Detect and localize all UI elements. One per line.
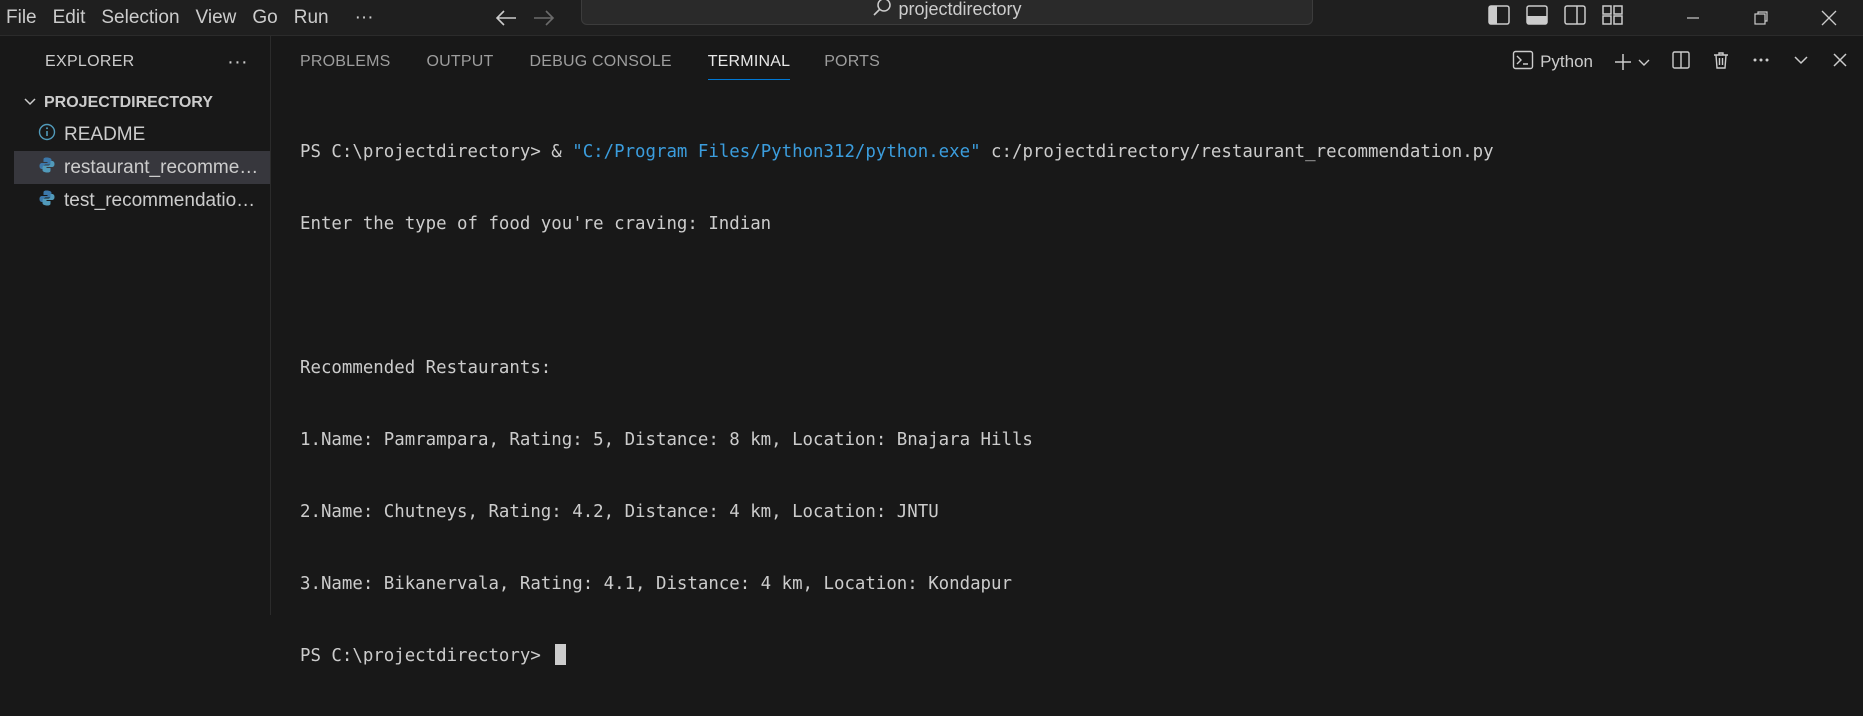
tab-debug-console[interactable]: DEBUG CONSOLE [530,36,672,88]
explorer-more-button[interactable]: ··· [227,51,248,74]
back-arrow-icon[interactable] [494,8,518,28]
terminal-output[interactable]: PS C:\projectdirectory> & "C:/Program Fi… [300,92,1843,716]
result-line: 2.Name: Chutneys, Rating: 4.2, Distance:… [300,502,939,522]
menu-go[interactable]: Go [244,0,285,35]
file-item-restaurant-recommendation[interactable]: restaurant_recommendation.py [14,151,270,184]
final-prompt-line: PS C:\projectdirectory> [300,644,1843,668]
script-path: c:/projectdirectory/restaurant_recommend… [980,142,1494,162]
title-controls [1487,0,1863,35]
close-icon [1821,10,1837,25]
folder-name: PROJECTDIRECTORY [44,94,213,111]
menu-bar: File Edit Selection View Go Run ··· [0,0,382,35]
layout-controls [1487,4,1625,31]
file-label: test_recommendation.py [64,189,264,211]
python-icon [38,156,56,180]
tab-output[interactable]: OUTPUT [427,36,494,88]
tab-terminal[interactable]: TERMINAL [707,36,791,88]
input-line: Enter the type of food you're craving: I… [300,214,772,234]
terminal-icon [1512,50,1534,75]
menu-file[interactable]: File [0,0,45,35]
panel-tabs: PROBLEMS OUTPUT DEBUG CONSOLE TERMINAL P… [271,36,880,88]
file-item-readme[interactable]: README [14,118,270,151]
minimize-button[interactable] [1659,0,1727,35]
python-icon [38,189,56,213]
restore-button[interactable] [1727,0,1795,35]
chevron-down-icon [22,93,38,114]
tab-ports[interactable]: PORTS [824,36,880,88]
menu-run[interactable]: Run [286,0,337,35]
explorer-header: EXPLORER ··· [14,36,270,88]
kill-terminal-button[interactable] [1711,50,1731,75]
navigation-arrows [494,0,556,35]
python-exe-path: "C:/Program Files/Python312/python.exe" [572,142,981,162]
restore-icon [1754,10,1768,25]
explorer-sidebar: EXPLORER ··· PROJECTDIRECTORY README res… [14,36,271,615]
tab-problems[interactable]: PROBLEMS [300,36,391,88]
shell-name: Python [1540,52,1593,71]
search-text: projectdirectory [898,0,1022,19]
folder-header[interactable]: PROJECTDIRECTORY [14,88,270,118]
command-center-search[interactable]: projectdirectory [581,0,1313,25]
explorer-title: EXPLORER [45,53,135,70]
split-terminal-button[interactable] [1671,50,1691,75]
title-bar: File Edit Selection View Go Run ··· proj… [0,0,1863,36]
prompt-text: PS C:\projectdirectory> [300,646,552,666]
ellipsis-icon [1753,58,1769,61]
trash-icon [1714,51,1728,69]
prompt-text: PS C:\projectdirectory> & [300,142,573,162]
minimize-icon [1687,16,1699,19]
split-icon [1672,50,1690,69]
activity-bar [0,36,14,615]
toggle-panel-icon[interactable] [1525,4,1549,31]
panel-actions: Python [1512,36,1849,88]
menu-selection[interactable]: Selection [93,0,187,35]
chevron-down-icon[interactable] [1637,55,1651,69]
menu-more[interactable]: ··· [347,0,382,35]
file-label: README [64,123,146,145]
close-icon [1833,52,1847,67]
menu-edit[interactable]: Edit [45,0,94,35]
info-icon [38,123,56,147]
file-label: restaurant_recommendation.py [64,156,264,178]
forward-arrow-icon[interactable] [532,8,556,28]
more-actions-button[interactable] [1751,50,1771,75]
menu-view[interactable]: View [188,0,245,35]
terminal-cursor [555,644,567,665]
command-line: PS C:\projectdirectory> & "C:/Program Fi… [300,140,1843,164]
close-window-button[interactable] [1795,0,1863,35]
result-line: 3.Name: Bikanervala, Rating: 4.1, Distan… [300,574,1012,594]
toggle-primary-sidebar-icon[interactable] [1487,4,1511,31]
result-line: 1.Name: Pamrampara, Rating: 5, Distance:… [300,430,1033,450]
results-heading: Recommended Restaurants: [300,358,552,378]
close-panel-button[interactable] [1831,51,1849,74]
file-item-test-recommendation[interactable]: test_recommendation.py [14,184,270,217]
chevron-down-icon [1794,55,1808,64]
maximize-panel-button[interactable] [1791,50,1811,75]
terminal-shell-selector[interactable]: Python [1512,50,1593,75]
toggle-secondary-sidebar-icon[interactable] [1563,4,1587,31]
plus-icon [1615,54,1631,70]
bottom-panel: PROBLEMS OUTPUT DEBUG CONSOLE TERMINAL P… [271,36,1863,666]
search-icon [872,0,892,22]
customize-layout-icon[interactable] [1601,4,1625,31]
new-terminal-button[interactable] [1613,52,1651,72]
